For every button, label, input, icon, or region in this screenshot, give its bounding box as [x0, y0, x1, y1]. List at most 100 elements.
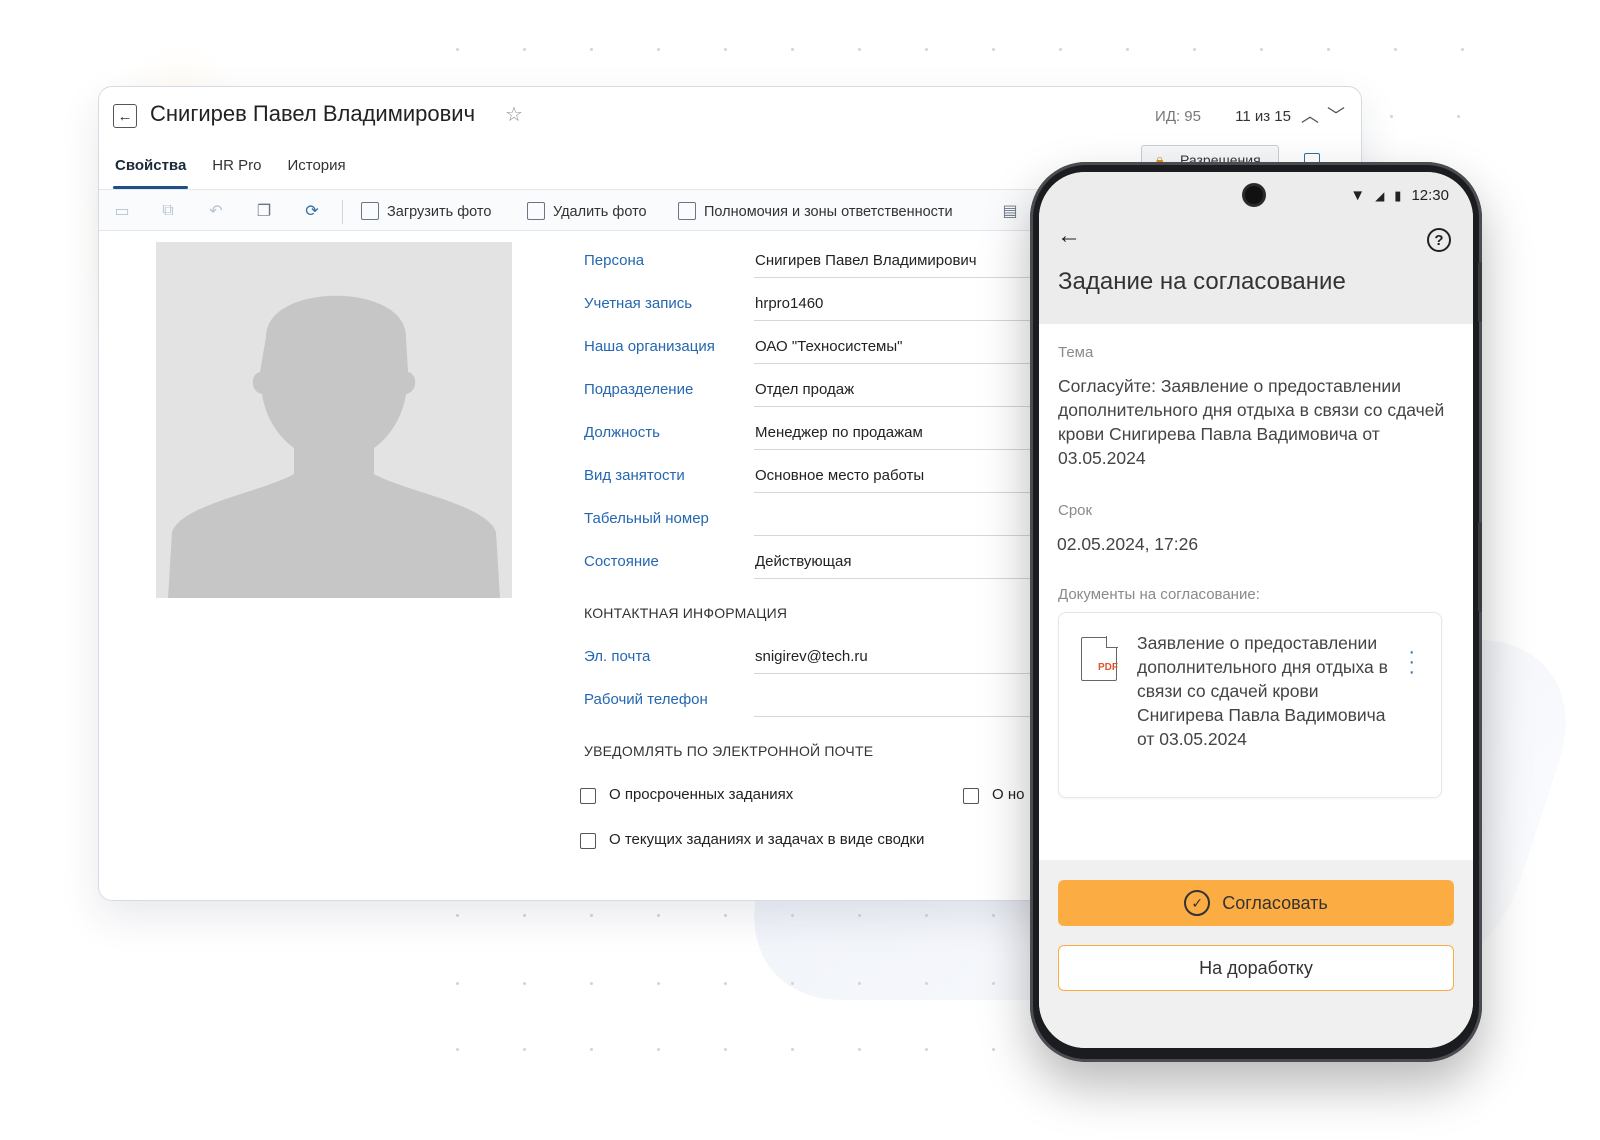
arrow-left-icon[interactable]: ← — [1057, 222, 1081, 250]
front-camera — [1245, 186, 1263, 204]
chevron-up-icon[interactable]: ︿ — [1301, 102, 1319, 128]
form-value[interactable]: ОАО "Техносистемы" — [754, 338, 1044, 364]
form-row: Состояние Действующая — [584, 547, 1044, 579]
background-dots-lower — [456, 982, 1056, 986]
form-row: Вид занятости Основное место работы — [584, 461, 1044, 493]
save-icon[interactable]: ▭ — [111, 200, 133, 222]
copy-icon[interactable]: ❐ — [253, 200, 275, 222]
form-value[interactable]: Основное место работы — [754, 467, 1044, 493]
checkbox-new-tasks[interactable] — [963, 788, 979, 804]
employee-photo[interactable] — [156, 242, 512, 598]
upload-photo-icon — [361, 202, 379, 220]
background-dots-bottom — [456, 1048, 1056, 1052]
tab-hr-pro[interactable]: HR Pro — [212, 153, 261, 189]
contact-row: Эл. почта snigirev@tech.ru — [584, 642, 1044, 674]
document-title: Заявление о предоставлении дополнительно… — [1137, 633, 1388, 749]
signal-icon: ◢ — [1375, 188, 1385, 203]
form-value[interactable]: Менеджер по продажам — [754, 424, 1044, 450]
document-card[interactable]: PDF Заявление о предоставлении дополните… — [1058, 612, 1442, 798]
arrow-left-icon: ← — [117, 107, 133, 125]
form-row: Учетная запись hrpro1460 — [584, 289, 1044, 321]
pdf-file-type: PDF — [1098, 662, 1118, 673]
background-dots-right — [1390, 115, 1470, 119]
form-label[interactable]: Должность — [584, 424, 660, 441]
checkbox-overdue-tasks-label: О просроченных заданиях — [609, 786, 794, 803]
form-value[interactable]: hrpro1460 — [754, 295, 1044, 321]
form-value[interactable] — [754, 691, 1044, 717]
form-row: Должность Менеджер по продажам — [584, 418, 1044, 450]
form-label[interactable]: Рабочий телефон — [584, 691, 708, 708]
more-actions-icon[interactable]: ▤ — [999, 200, 1021, 222]
tabs: Свойства HR Pro История — [112, 153, 346, 189]
form-label[interactable]: Вид занятости — [584, 467, 685, 484]
deadline-label: Срок — [1058, 502, 1093, 519]
form-label[interactable]: Табельный номер — [584, 510, 709, 527]
form-label[interactable]: Эл. почта — [584, 648, 650, 665]
approve-button[interactable]: ✓ Согласовать — [1058, 880, 1454, 926]
form-label[interactable]: Учетная запись — [584, 295, 692, 312]
more-vertical-icon[interactable]: · · · — [1408, 642, 1415, 682]
app-bar: ← ? Задание на согласование — [1039, 216, 1473, 324]
refresh-icon[interactable]: ⟳ — [301, 200, 323, 222]
chevron-down-icon[interactable]: ﹀ — [1327, 102, 1345, 128]
upload-photo-button[interactable]: Загрузить фото — [361, 202, 491, 220]
wifi-icon: ▼ — [1350, 187, 1366, 204]
form-row: Персона Снигирев Павел Владимирович — [584, 246, 1044, 278]
form-row: Подразделение Отдел продаж — [584, 375, 1044, 407]
page-title: Снигирев Павел Владимирович — [150, 101, 476, 126]
phone-screen: ▼ ◢ ▮ 12:30 ← ? Задание на согласование … — [1039, 172, 1473, 1048]
checkbox-overdue-tasks[interactable] — [580, 788, 596, 804]
form-value[interactable]: Действующая — [754, 553, 1044, 579]
contact-section-title: КОНТАКТНАЯ ИНФОРМАЦИЯ — [584, 605, 788, 621]
background-dots-top — [456, 48, 1476, 52]
checkbox-current-tasks-summary-label: О текущих заданиях и задачах в виде свод… — [609, 831, 925, 848]
task-content: Тема Согласуйте: Заявление о предоставле… — [1039, 324, 1473, 864]
battery-icon: ▮ — [1394, 187, 1402, 203]
status-icons: ▼ ◢ ▮ 12:30 — [1350, 187, 1449, 204]
authorities-label: Полномочия и зоны ответственности — [704, 204, 953, 220]
form-label[interactable]: Наша организация — [584, 338, 715, 355]
check-circle-icon: ✓ — [1184, 890, 1211, 916]
checkbox-current-tasks-summary[interactable] — [580, 833, 596, 849]
phone-power-button — [1478, 522, 1482, 612]
tab-properties[interactable]: Свойства — [112, 153, 189, 189]
phone-volume-button — [1478, 262, 1482, 322]
undo-icon[interactable]: ↶ — [205, 200, 227, 222]
status-time: 12:30 — [1411, 187, 1449, 204]
form-value[interactable]: Отдел продаж — [754, 381, 1044, 407]
delete-photo-label: Удалить фото — [553, 204, 647, 220]
contact-row: Рабочий телефон — [584, 685, 1044, 717]
authorities-button[interactable]: Полномочия и зоны ответственности — [678, 202, 953, 220]
delete-photo-button[interactable]: Удалить фото — [527, 202, 647, 220]
notify-section-title: УВЕДОМЛЯТЬ ПО ЭЛЕКТРОННОЙ ПОЧТЕ — [584, 743, 874, 759]
toolbar-divider — [342, 200, 343, 224]
form-value[interactable]: Снигирев Павел Владимирович — [754, 252, 1044, 278]
avatar-silhouette-icon — [156, 242, 512, 598]
task-title: Задание на согласование — [1058, 268, 1346, 295]
help-icon[interactable]: ? — [1427, 228, 1451, 252]
tab-history[interactable]: История — [287, 153, 345, 189]
back-button[interactable]: ← — [113, 104, 137, 128]
background-dots-middle — [456, 914, 1056, 918]
form-label[interactable]: Подразделение — [584, 381, 693, 398]
checkbox-new-tasks-label: О но — [992, 786, 1025, 803]
star-icon[interactable]: ☆ — [505, 102, 523, 127]
topic-value: Согласуйте: Заявление о предоставлении д… — [1058, 376, 1445, 468]
form-row: Наша организация ОАО "Техносистемы" — [584, 332, 1044, 364]
form-value[interactable]: snigirev@tech.ru — [754, 648, 1044, 674]
documents-label: Документы на согласование: — [1058, 586, 1260, 603]
record-id: ИД: 95 — [1155, 108, 1201, 125]
form-label[interactable]: Состояние — [584, 553, 659, 570]
form-value[interactable] — [754, 510, 1044, 536]
rework-button[interactable]: На доработку — [1058, 945, 1454, 991]
save-and-close-icon[interactable]: ⧉ — [157, 200, 179, 222]
form-row: Табельный номер — [584, 504, 1044, 536]
status-bar: ▼ ◢ ▮ 12:30 — [1039, 172, 1473, 216]
window-header: ← Снигирев Павел Владимирович ☆ ИД: 95 1… — [99, 87, 1361, 149]
form-label[interactable]: Персона — [584, 252, 644, 269]
pdf-file-icon: PDF — [1081, 636, 1118, 681]
approve-button-label: Согласовать — [1222, 892, 1328, 913]
authorities-icon — [678, 202, 696, 220]
delete-photo-icon — [527, 202, 545, 220]
mobile-phone: ▼ ◢ ▮ 12:30 ← ? Задание на согласование … — [1030, 162, 1482, 1062]
